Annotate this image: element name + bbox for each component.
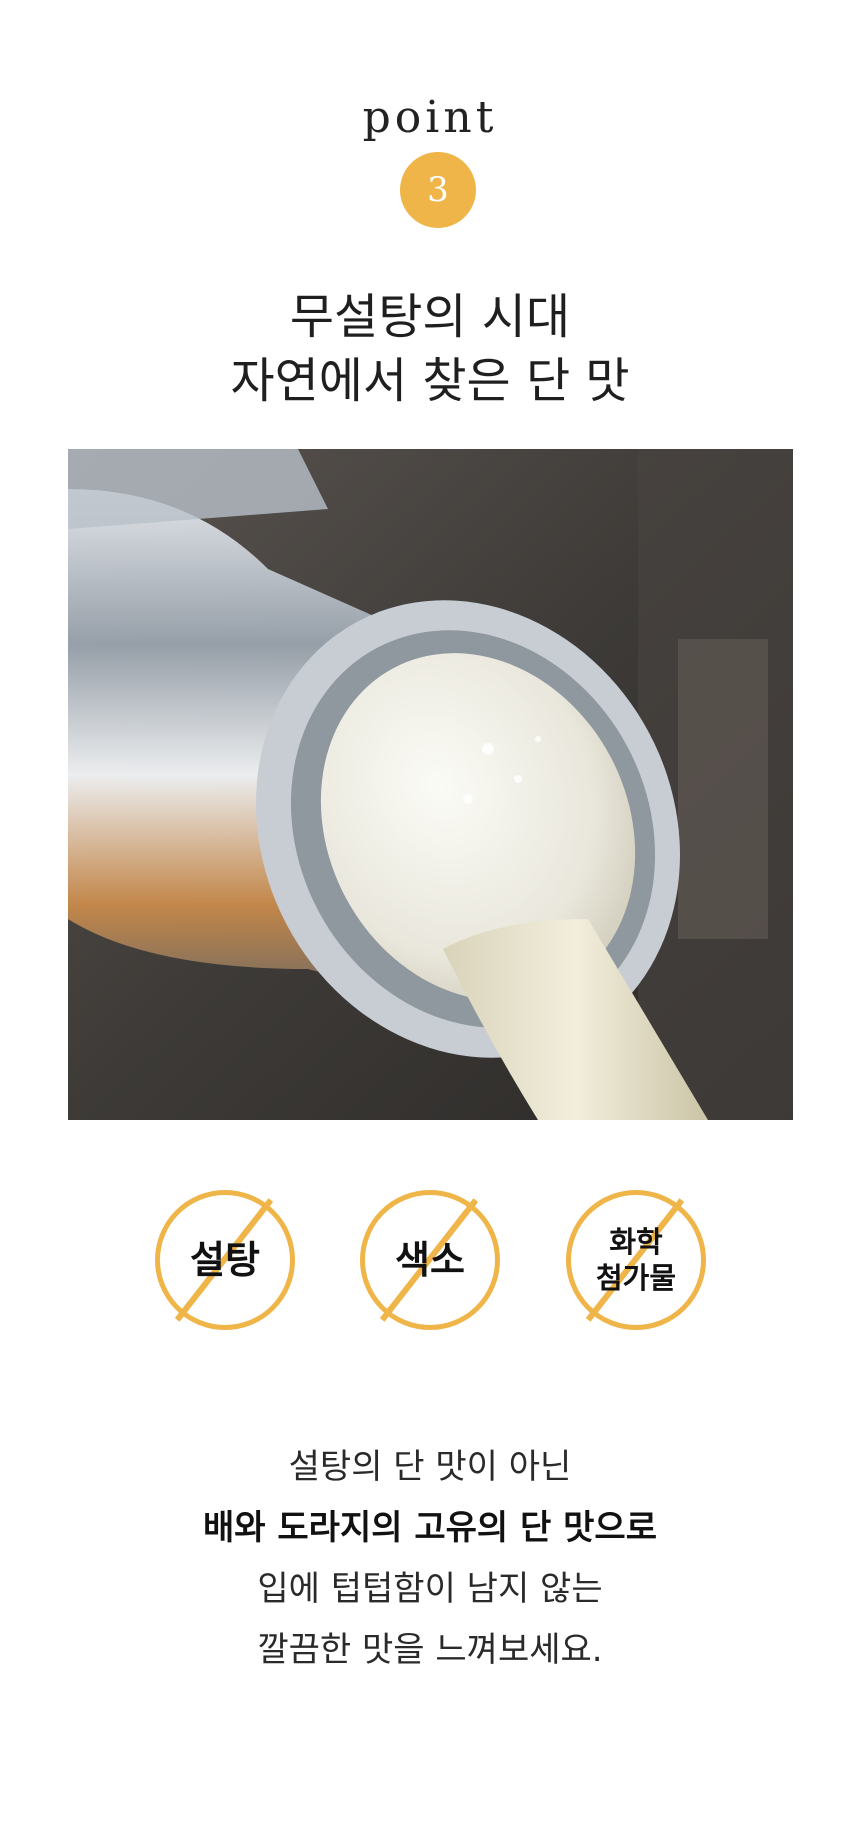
badge-label-line-2: 첨가물 (595, 1261, 677, 1295)
description: 설탕의 단 맛이 아닌 배와 도라지의 고유의 단 맛으로 입에 텁텁함이 남지… (0, 1437, 860, 1681)
headline-line-2: 자연에서 찾은 단 맛 (230, 353, 630, 409)
headline-line-1: 무설탕의 시대 (289, 289, 571, 345)
badge-label-line-1: 화학 (609, 1225, 663, 1259)
no-sugar-badge: 설탕 (155, 1190, 295, 1330)
headline: 무설탕의 시대 자연에서 찾은 단 맛 (0, 285, 860, 413)
no-additive-badges: 설탕 색소 화학 첨가물 (0, 1190, 860, 1335)
no-chemical-additive-badge: 화학 첨가물 (566, 1190, 706, 1330)
point-number-badge: 3 (400, 152, 476, 228)
juice-pouring-photo (68, 449, 793, 1120)
description-line-1: 설탕의 단 맛이 아닌 (288, 1447, 572, 1487)
badge-label: 설탕 (190, 1238, 260, 1282)
badge-label: 화학 첨가물 (566, 1190, 706, 1330)
no-coloring-badge: 색소 (360, 1190, 500, 1330)
point-label: point (362, 92, 498, 143)
description-line-2: 배와 도라지의 고유의 단 맛으로 (203, 1508, 657, 1548)
description-line-4: 깔끔한 맛을 느껴보세요. (257, 1630, 603, 1670)
description-line-3: 입에 텁텁함이 남지 않는 (257, 1569, 603, 1609)
juice-photo-illustration (68, 449, 793, 1120)
badge-label: 색소 (395, 1238, 465, 1282)
